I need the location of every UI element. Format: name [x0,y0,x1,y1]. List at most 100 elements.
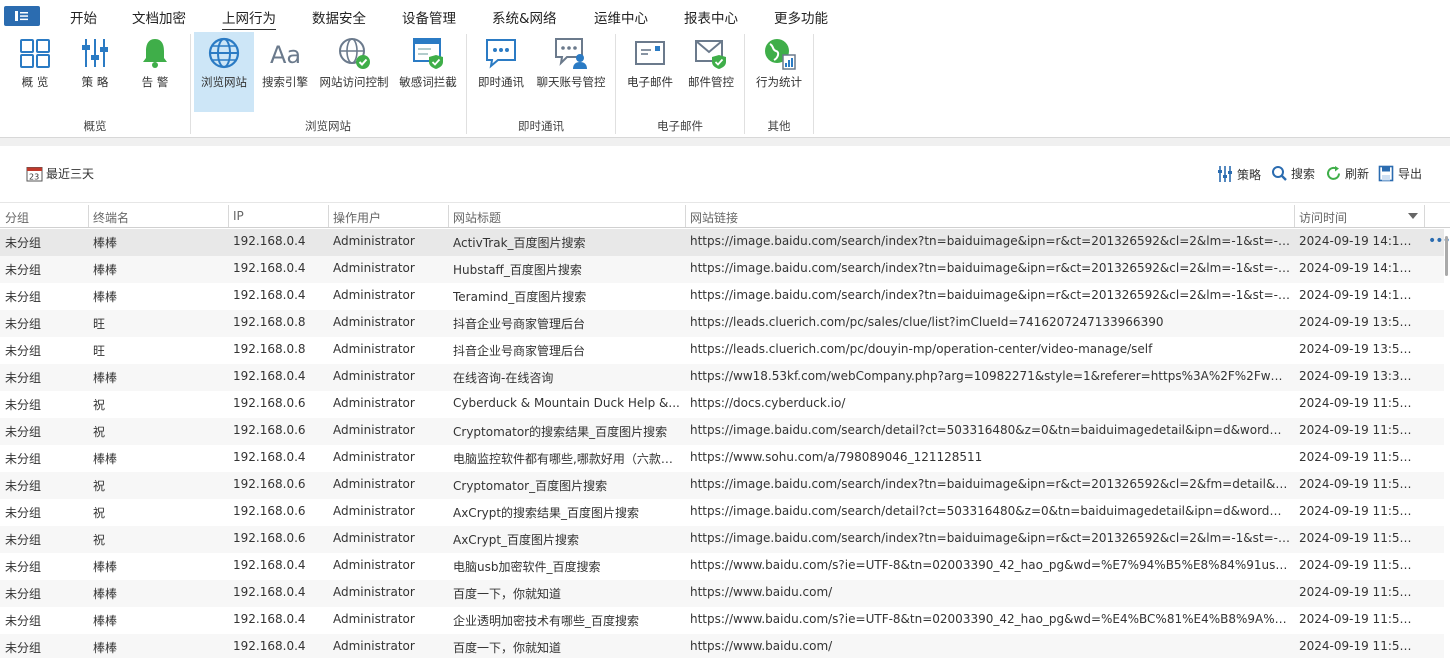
column-header-visit-time[interactable]: 访问时间 [1299,209,1347,226]
table-row[interactable]: 未分组 棒棒 192.168.0.4 Administrator 百度一下，你就知道 ht… [0,580,1444,607]
refresh-button[interactable]: 刷新 [1325,165,1369,182]
cell-user: Administrator [333,504,415,518]
table-row[interactable]: 未分组 祝 192.168.0.6 Administrator Cryptomator的… [0,418,1444,445]
table-row[interactable]: 未分组 棒棒 192.168.0.4 Administrator Teramind_百度… [0,283,1444,310]
cell-url: https://image.baidu.com/search/index?tn=… [690,261,1290,275]
table-row[interactable]: 未分组 棒棒 192.168.0.4 Administrator 在线咨询-在线咨询 ht… [0,364,1444,391]
cell-title: 抖音企业号商家管理后台 [453,344,586,358]
cell-title: AxCrypt的搜索结果_百度图片搜索 [453,506,640,520]
column-resize-handle[interactable] [88,205,89,227]
app-menu-button[interactable] [4,6,40,26]
ribbon-email-button[interactable]: 电子邮件 [620,32,680,112]
table-row[interactable]: 未分组 旺 192.168.0.8 Administrator 抖音企业号商家管理后台 h… [0,310,1444,337]
column-header-title[interactable]: 网站标题 [453,209,501,226]
table-row[interactable]: 未分组 棒棒 192.168.0.4 Administrator 企业透明加密技术有哪些… [0,607,1444,634]
column-resize-handle[interactable] [228,205,229,227]
ribbon-policy-label: 策 略 [81,75,109,89]
cell-title: ActivTrak_百度图片搜索 [453,236,586,250]
column-resize-handle[interactable] [1294,205,1295,227]
menu-ops-center[interactable]: 运维中心 [594,7,648,27]
cell-terminal: 祝 [93,533,106,547]
ribbon-im-button[interactable]: 即时通讯 [472,32,530,112]
cell-visit-time: 2024-09-19 11:54:22 [1299,504,1419,518]
cell-terminal: 棒棒 [93,452,118,466]
cell-user: Administrator [333,342,415,356]
table-row[interactable]: 未分组 棒棒 192.168.0.4 Administrator 电脑usb加密软件_百… [0,553,1444,580]
scrollbar-thumb[interactable] [1445,236,1448,276]
menu-doc-encryption[interactable]: 文档加密 [132,7,186,27]
cell-url: https://image.baidu.com/search/index?tn=… [690,531,1290,545]
cell-ip: 192.168.0.4 [233,450,306,464]
date-range-selector[interactable]: 23 最近三天 [26,165,94,182]
refresh-label: 刷新 [1345,167,1370,181]
envelope-shield-icon [695,40,726,69]
column-header-url[interactable]: 网站链接 [690,209,738,226]
table-header: 分组 终端名 IP 操作用户 网站标题 网站链接 访问时间 [0,202,1450,228]
column-resize-handle[interactable] [328,205,329,227]
ribbon-policy-button[interactable]: 策 略 [66,32,124,112]
table-row[interactable]: 未分组 祝 192.168.0.6 Administrator Cryptomator_… [0,472,1444,499]
group-divider [615,34,616,134]
column-header-group[interactable]: 分组 [5,209,29,226]
search-button[interactable]: 搜索 [1271,165,1315,182]
table-row[interactable]: 未分组 祝 192.168.0.6 Administrator AxCrypt的搜索结果… [0,499,1444,526]
sliders-icon [1218,166,1232,182]
export-icon [1378,165,1394,182]
sort-desc-icon[interactable] [1408,213,1418,219]
cell-title: Cyberduck & Mountain Duck Help &... [453,396,680,410]
ribbon-overview-label: 概 览 [21,75,49,89]
menu-device-management[interactable]: 设备管理 [402,7,456,27]
table-row[interactable]: 未分组 旺 192.168.0.8 Administrator 抖音企业号商家管理后台 h… [0,337,1444,364]
column-resize-handle[interactable] [1424,205,1425,227]
menu-data-security[interactable]: 数据安全 [312,7,366,27]
ribbon-site-access-control-button[interactable]: 网站访问控制 [316,32,392,112]
column-resize-handle[interactable] [448,205,449,227]
cell-terminal: 旺 [93,344,106,358]
ribbon-email-control-button[interactable]: 邮件管控 [682,32,740,112]
menu-internet-behavior[interactable]: 上网行为 [222,7,276,30]
cell-url: https://image.baidu.com/search/detail?ct… [690,504,1290,518]
column-header-user[interactable]: 操作用户 [333,209,381,226]
cell-title: Teramind_百度图片搜索 [453,290,587,304]
column-resize-handle[interactable] [685,205,686,227]
table-row[interactable]: 未分组 棒棒 192.168.0.4 Administrator Hubstaff_百度… [0,256,1444,283]
table-row[interactable]: 未分组 祝 192.168.0.6 Administrator AxCrypt_百度图片… [0,526,1444,553]
ribbon-alarm-button[interactable]: 告 警 [126,32,184,112]
cell-ip: 192.168.0.4 [233,234,306,248]
ribbon-browse-web-label: 浏览网站 [201,75,247,89]
ribbon-chat-account-button[interactable]: 聊天账号管控 [532,32,610,112]
ribbon-browse-web-button[interactable]: 浏览网站 [194,32,254,112]
table-row[interactable]: 未分组 棒棒 192.168.0.4 Administrator 百度一下，你就知道 ht… [0,634,1444,658]
ribbon-sensitive-word-button[interactable]: 敏感词拦截 [394,32,462,112]
vertical-scrollbar[interactable] [1444,228,1450,658]
table-row[interactable]: 未分组 棒棒 192.168.0.4 Administrator ActivTrak_百… [0,229,1444,256]
table-row[interactable]: 未分组 祝 192.168.0.6 Administrator Cyberduck & … [0,391,1444,418]
column-header-terminal[interactable]: 终端名 [93,209,129,226]
cell-visit-time: 2024-09-19 11:54:59 [1299,423,1419,437]
cell-visit-time: 2024-09-19 11:54:40 [1299,477,1419,491]
ribbon-overview-button[interactable]: 概 览 [6,32,64,112]
menu-system-network[interactable]: 系统&网络 [492,7,557,27]
svg-text:23: 23 [29,173,39,182]
menu-start[interactable]: 开始 [70,7,97,27]
menu-report-center[interactable]: 报表中心 [684,7,738,27]
export-button[interactable]: 导出 [1378,165,1422,182]
ribbon-chat-account-label: 聊天账号管控 [536,75,606,89]
policy-button[interactable]: 策略 [1216,165,1261,183]
cell-visit-time: 2024-09-19 11:54:18 [1299,531,1419,545]
cell-visit-time: 2024-09-19 14:13:34 [1299,288,1419,302]
cell-user: Administrator [333,639,415,653]
cell-group: 未分组 [5,614,42,628]
column-header-ip[interactable]: IP [233,209,244,223]
table-row[interactable]: 未分组 棒棒 192.168.0.4 Administrator 电脑监控软件都有哪些,… [0,445,1444,472]
cell-terminal: 棒棒 [93,371,118,385]
ribbon-alarm-label: 告 警 [141,75,169,89]
cell-user: Administrator [333,477,415,491]
dashboard-icon [20,39,50,68]
menu-more-features[interactable]: 更多功能 [774,7,828,27]
cell-ip: 192.168.0.4 [233,612,306,626]
cell-user: Administrator [333,315,415,329]
menu-bar: 开始 文档加密 上网行为 数据安全 设备管理 系统&网络 运维中心 报表中心 更… [0,0,1450,32]
ribbon-search-engine-button[interactable]: Aa 搜索引擎 [256,32,314,112]
ribbon-behavior-stats-button[interactable]: 行为统计 [750,32,808,112]
